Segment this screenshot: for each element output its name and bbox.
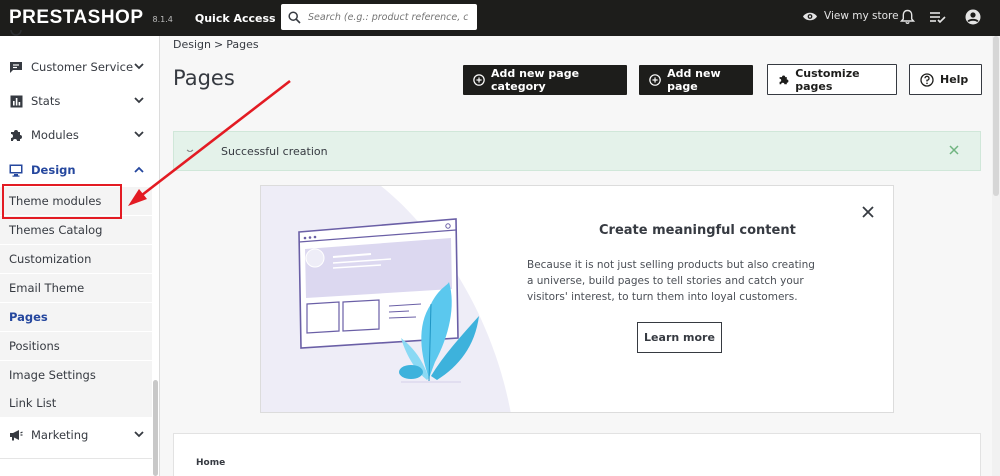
sidebar-sub-customization[interactable]: Customization xyxy=(0,245,152,273)
customize-pages-label: Customize pages xyxy=(795,66,860,93)
monitor-icon xyxy=(9,163,23,177)
close-icon[interactable] xyxy=(861,205,875,219)
sidebar-item-label: Marketing xyxy=(31,428,89,442)
sidebar-item-label: Modules xyxy=(31,128,79,142)
chevron-down-icon xyxy=(134,131,144,138)
success-alert: Successful creation xyxy=(173,131,981,171)
list-check-icon[interactable] xyxy=(929,9,946,25)
category-breadcrumb-home[interactable]: Home xyxy=(196,458,225,468)
annotation-highlight-box xyxy=(2,184,122,219)
quick-access-dropdown[interactable]: Quick Access xyxy=(195,12,290,25)
eye-icon xyxy=(803,12,817,20)
plus-circle-icon xyxy=(473,74,485,86)
breadcrumb-parent[interactable]: Design xyxy=(173,38,211,51)
quick-access-label: Quick Access xyxy=(194,11,276,25)
chevron-down-icon xyxy=(186,149,194,152)
sidebar-nav: Customer Service Stats Modules Design Th… xyxy=(0,30,160,476)
close-icon[interactable] xyxy=(948,144,960,156)
sidebar-item-stats[interactable]: Stats xyxy=(0,86,152,116)
learn-more-button[interactable]: Learn more xyxy=(637,322,722,353)
bell-icon[interactable] xyxy=(900,9,915,25)
sidebar-item-marketing[interactable]: Marketing xyxy=(0,420,152,450)
breadcrumb: Design > Pages xyxy=(173,38,259,51)
help-label: Help xyxy=(940,73,969,86)
bar-chart-icon xyxy=(9,94,23,108)
alert-message: Successful creation xyxy=(221,144,328,158)
add-page-label: Add new page xyxy=(667,67,721,93)
sidebar-item-label: Customer Service xyxy=(31,60,134,74)
sidebar-sub-themes-catalog[interactable]: Themes Catalog xyxy=(0,216,152,244)
sidebar-item-partial xyxy=(0,26,152,42)
breadcrumb-separator: > xyxy=(213,38,224,51)
banner-title: Create meaningful content xyxy=(599,223,796,238)
banner-illustration xyxy=(261,186,511,412)
sidebar-item-customer-service[interactable]: Customer Service xyxy=(0,52,152,82)
search-icon[interactable] xyxy=(288,10,301,24)
sidebar-item-label: Design xyxy=(31,163,76,177)
sidebar-sub-link-list[interactable]: Link List xyxy=(0,389,152,417)
chevron-up-icon xyxy=(134,166,144,173)
page-title: Pages xyxy=(173,66,235,90)
sidebar-scrollbar[interactable] xyxy=(153,380,158,476)
sidebar-item-modules[interactable]: Modules xyxy=(0,120,152,150)
sidebar-divider xyxy=(0,458,152,459)
chevron-down-icon xyxy=(134,431,144,438)
user-account-icon[interactable] xyxy=(965,9,981,25)
scrollbar-thumb[interactable] xyxy=(993,36,999,196)
view-store-link[interactable]: View my store xyxy=(802,10,899,22)
sidebar-item-design[interactable]: Design xyxy=(0,155,152,185)
pages-list-card: Home xyxy=(173,433,981,476)
megaphone-icon xyxy=(9,428,23,442)
help-circle-icon xyxy=(920,72,934,87)
chevron-down-icon xyxy=(134,63,144,70)
puzzle-icon xyxy=(9,128,23,142)
plus-circle-icon xyxy=(649,74,661,86)
sidebar-sub-pages[interactable]: Pages xyxy=(0,303,152,331)
page-scrollbar[interactable] xyxy=(992,36,1000,476)
partial-icon xyxy=(9,27,23,41)
sidebar-sub-email-theme[interactable]: Email Theme xyxy=(0,274,152,302)
onboarding-banner: Create meaningful content Because it is … xyxy=(260,185,894,413)
help-button[interactable]: Help xyxy=(909,64,982,95)
sidebar-sub-image-settings[interactable]: Image Settings xyxy=(0,361,152,389)
sidebar-sub-positions[interactable]: Positions xyxy=(0,332,152,360)
sidebar-item-label: Stats xyxy=(31,94,61,108)
add-page-category-button[interactable]: Add new page category xyxy=(463,65,627,95)
add-page-category-label: Add new page category xyxy=(491,67,580,93)
chat-icon xyxy=(9,60,23,74)
banner-text: Because it is not just selling products … xyxy=(527,259,815,303)
search-box[interactable] xyxy=(281,4,477,30)
version-label: 8.1.4 xyxy=(152,14,173,24)
view-store-label: View my store xyxy=(824,10,899,22)
add-page-button[interactable]: Add new page xyxy=(639,65,753,95)
chevron-down-icon xyxy=(134,97,144,104)
search-input[interactable] xyxy=(308,11,468,23)
breadcrumb-current[interactable]: Pages xyxy=(226,38,258,51)
puzzle-icon xyxy=(779,75,789,85)
customize-pages-button[interactable]: Customize pages xyxy=(767,64,897,95)
